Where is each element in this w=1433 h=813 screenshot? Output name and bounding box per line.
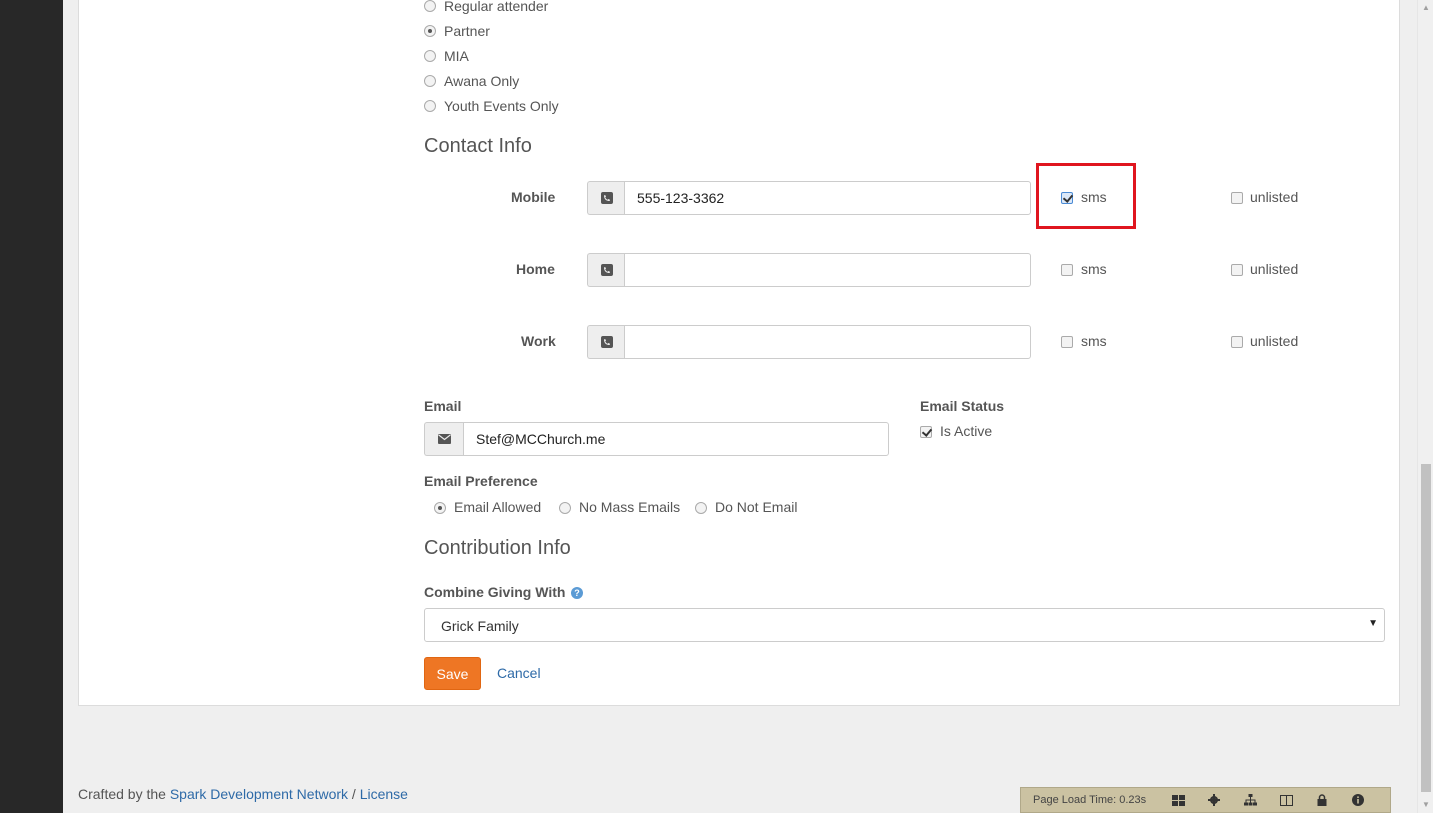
combine-giving-label: Combine Giving With	[424, 584, 566, 600]
scroll-up-icon[interactable]: ▲	[1418, 0, 1433, 16]
work-label: Work	[521, 333, 556, 349]
columns-icon[interactable]	[1277, 793, 1295, 807]
email-allowed-radio[interactable]	[434, 502, 446, 514]
phone-icon	[587, 181, 625, 215]
radio-youth-events-only[interactable]	[424, 100, 436, 112]
radio-label: Partner	[444, 23, 490, 39]
home-label: Home	[516, 261, 555, 277]
spark-network-link[interactable]: Spark Development Network	[170, 786, 348, 802]
home-unlisted-checkbox[interactable]	[1231, 264, 1243, 276]
page-scrollbar[interactable]: ▲ ▼	[1417, 0, 1433, 813]
admin-bar: Page Load Time: 0.23s	[1020, 787, 1391, 813]
sitemap-icon[interactable]	[1241, 793, 1259, 807]
radio-label: No Mass Emails	[579, 499, 681, 515]
work-sms-checkbox[interactable]	[1061, 336, 1073, 348]
mobile-label: Mobile	[511, 189, 556, 205]
radio-regular-attender[interactable]	[424, 0, 436, 12]
mobile-phone-input[interactable]	[624, 181, 1031, 215]
footer: Crafted by the Spark Development Network…	[78, 786, 408, 802]
is-active-label: Is Active	[940, 423, 993, 439]
home-phone-input[interactable]	[624, 253, 1031, 287]
combine-giving-value: Grick Family	[441, 618, 519, 634]
scrollbar-thumb[interactable]	[1421, 464, 1431, 792]
radio-label: Email Allowed	[454, 499, 542, 515]
info-icon[interactable]	[1349, 793, 1367, 807]
page-load-time: Page Load Time: 0.23s	[1033, 794, 1147, 806]
no-mass-emails-radio[interactable]	[559, 502, 571, 514]
sms-label: sms	[1081, 261, 1107, 277]
work-unlisted-checkbox[interactable]	[1231, 336, 1243, 348]
home-sms-checkbox[interactable]	[1061, 264, 1073, 276]
scroll-down-icon[interactable]: ▼	[1418, 797, 1433, 813]
contact-info-heading: Contact Info	[424, 135, 532, 157]
help-icon[interactable]: ?	[571, 587, 583, 599]
footer-separator: /	[351, 786, 356, 802]
is-active-checkbox[interactable]	[920, 426, 932, 438]
radio-label: Awana Only	[444, 73, 520, 89]
email-preference-label: Email Preference	[424, 473, 538, 489]
gear-icon[interactable]	[1205, 793, 1223, 807]
radio-mia[interactable]	[424, 50, 436, 62]
email-status-label: Email Status	[920, 398, 1005, 414]
envelope-icon	[424, 422, 464, 456]
combine-giving-select[interactable]: Grick Family ▼	[424, 608, 1385, 642]
radio-label: Regular attender	[444, 0, 549, 14]
do-not-email-radio[interactable]	[695, 502, 707, 514]
email-input[interactable]	[463, 422, 889, 456]
mobile-unlisted-checkbox[interactable]	[1231, 192, 1243, 204]
phone-icon	[587, 253, 625, 287]
left-navigation	[0, 0, 63, 813]
radio-partner[interactable]	[424, 25, 436, 37]
license-link[interactable]: License	[360, 786, 408, 802]
radio-label: MIA	[444, 48, 469, 64]
work-phone-input[interactable]	[624, 325, 1031, 359]
sms-label: sms	[1081, 333, 1107, 349]
email-label: Email	[424, 398, 462, 414]
phone-icon	[587, 325, 625, 359]
unlisted-label: unlisted	[1250, 261, 1299, 277]
mobile-sms-checkbox[interactable]	[1061, 192, 1073, 204]
grid-icon[interactable]	[1169, 793, 1187, 807]
unlisted-label: unlisted	[1250, 333, 1299, 349]
unlisted-label: unlisted	[1250, 189, 1299, 205]
lock-icon[interactable]	[1313, 793, 1331, 807]
caret-down-icon: ▼	[1368, 618, 1378, 629]
radio-label: Youth Events Only	[444, 98, 559, 114]
sms-label: sms	[1081, 189, 1107, 205]
cancel-link[interactable]: Cancel	[497, 665, 541, 681]
radio-label: Do Not Email	[715, 499, 798, 515]
radio-awana-only[interactable]	[424, 75, 436, 87]
contribution-info-heading: Contribution Info	[424, 537, 571, 559]
save-button[interactable]: Save	[424, 657, 481, 690]
footer-crafted-text: Crafted by the	[78, 786, 166, 802]
